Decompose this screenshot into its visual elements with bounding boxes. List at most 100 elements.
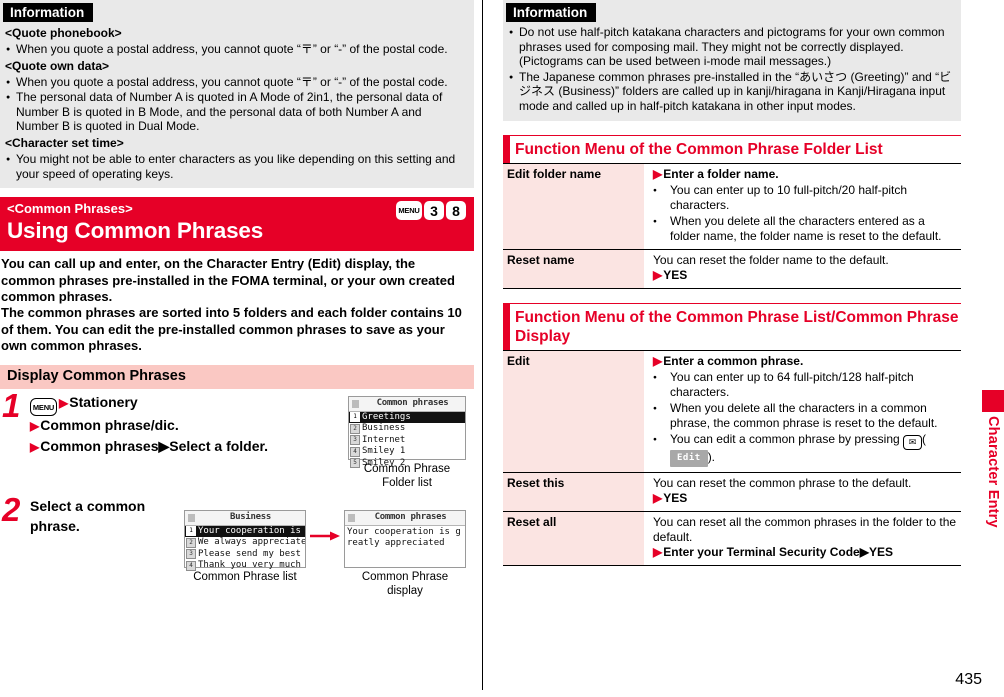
signal-icon — [352, 399, 359, 408]
menu-item-description: You can reset the folder name to the def… — [644, 249, 961, 289]
action-line: ▶Enter your Terminal Security Code▶YES — [653, 544, 893, 559]
intro-paragraph-1: You can call up and enter, on the Charac… — [1, 256, 455, 304]
function-menu-table-phrase-list: Edit ▶Enter a common phrase. You can ent… — [503, 349, 961, 566]
menu-key-icon: MENU — [30, 398, 57, 417]
list-item: 1 Greetings — [349, 411, 465, 423]
signal-icon — [188, 513, 195, 522]
list-item: 4 Smiley 1 — [349, 446, 465, 458]
arrow-icon: ▶ — [30, 419, 40, 434]
information-item: When you quote a postal address, you can… — [5, 42, 466, 57]
information-item: When you quote a postal address, you can… — [5, 75, 466, 90]
screen-status-bar: Common phrases — [349, 397, 465, 412]
detail-text: You can reset all the common phrases in … — [653, 514, 957, 544]
action-line: ▶YES — [653, 490, 688, 505]
detail-text: You can reset the common phrase to the d… — [653, 475, 912, 490]
item-label: We always appreciate y — [198, 537, 305, 547]
step-number: 1 — [2, 386, 21, 424]
manual-page: Information <Quote phonebook> When you q… — [0, 0, 1004, 697]
signal-icon — [348, 513, 355, 522]
screen-title: Business — [230, 512, 271, 522]
information-box-right: Information Do not use half-pitch kataka… — [503, 0, 961, 121]
information-heading: <Quote own data> — [5, 58, 110, 73]
information-item: The Japanese common phrases pre-installe… — [508, 70, 953, 114]
item-label: Smiley 1 — [362, 446, 406, 456]
side-tab: Character Entry — [982, 390, 1004, 528]
screenshot-folder-list: Common phrases 1 Greetings 2 Business 3 Int… — [348, 396, 466, 490]
arrow-icon: ▶ — [30, 439, 40, 454]
screenshot-caption: Common Phrase Folder list — [363, 463, 451, 489]
action-line: ▶Enter a folder name. — [653, 166, 779, 181]
menu-key-icon: MENU — [396, 201, 422, 221]
step-text: Stationery — [69, 393, 138, 410]
detail-bullet: You can enter up to 64 full-pitch/128 ha… — [653, 370, 957, 400]
menu-item-description: You can reset the common phrase to the d… — [644, 472, 961, 512]
column-divider — [482, 0, 483, 690]
menu-item-description: ▶Enter a folder name. You can enter up t… — [644, 162, 961, 250]
information-item: The personal data of Number A is quoted … — [5, 90, 466, 134]
screenshot-caption: Common Phrase display — [361, 571, 449, 597]
arrow-icon: ▶ — [653, 166, 663, 181]
menu-item-name: Reset all — [503, 511, 644, 566]
screenshot-phrase-list: Business 1Your cooperation is gr 2We alw… — [184, 510, 306, 584]
left-column: Information <Quote phonebook> When you q… — [0, 0, 474, 697]
table-row: Reset all You can reset all the common p… — [503, 511, 961, 566]
numeric-key-3-icon: 3 — [424, 201, 444, 221]
action-line: ▶YES — [653, 267, 688, 282]
numeric-key-8-icon: 8 — [446, 201, 466, 221]
arrow-icon: ▶ — [653, 267, 663, 282]
function-menu-title-phrase-list: Function Menu of the Common Phrase List/… — [503, 302, 961, 350]
screen-title: Common phrases — [376, 398, 449, 408]
item-index: 5 — [350, 458, 360, 469]
screen-status-bar: Common phrases — [345, 511, 465, 526]
screenshot-phrase-display: Common phrases Your cooperation is great… — [344, 510, 466, 598]
step-text: Select a common phrase. — [30, 498, 146, 534]
function-menu-table-folder-list: Edit folder name ▶Enter a folder name. Y… — [503, 162, 961, 289]
item-index: 2 — [186, 537, 196, 548]
section-banner: <Common Phrases> Using Common Phrases ME… — [0, 197, 474, 252]
item-index: 3 — [186, 549, 196, 560]
action-line: ▶Enter a common phrase. — [653, 353, 804, 368]
page-number: 435 — [955, 671, 982, 688]
edit-softkey-icon: Edit — [670, 449, 708, 467]
information-label: Information — [506, 3, 597, 22]
information-item: Do not use half-pitch katakana character… — [508, 25, 953, 69]
list-item: 3 Internet — [349, 435, 465, 447]
arrow-icon: ▶ — [653, 353, 663, 368]
section-title: Using Common Phrases — [7, 218, 264, 244]
menu-item-name: Edit folder name — [503, 162, 644, 250]
table-row: Edit ▶Enter a common phrase. You can ent… — [503, 349, 961, 473]
flow-arrow-icon — [310, 531, 340, 541]
item-label: Greetings — [362, 411, 411, 422]
list-item: 2We always appreciate y — [185, 537, 305, 549]
mail-key-icon: ✉ — [903, 434, 923, 450]
menu-item-description: You can reset all the common phrases in … — [644, 511, 961, 566]
table-row: Reset this You can reset the common phra… — [503, 472, 961, 512]
menu-item-name: Edit — [503, 349, 644, 473]
item-index: 1 — [350, 412, 360, 423]
detail-bullet: When you delete all the characters in a … — [653, 401, 957, 431]
function-menu-title-folder-list: Function Menu of the Common Phrase Folde… — [503, 134, 961, 163]
key-sequence: MENU 3 8 — [396, 201, 466, 221]
arrow-icon: ▶ — [653, 544, 663, 559]
side-tab-marker — [982, 390, 1004, 412]
item-label: Please send my best re — [198, 548, 305, 559]
information-heading: <Character set time> — [5, 135, 124, 150]
arrow-icon: ▶ — [653, 490, 663, 505]
item-index: 2 — [350, 423, 360, 434]
step-number: 2 — [2, 491, 21, 529]
list-item: 1Your cooperation is gr — [185, 525, 305, 537]
item-index: 1 — [186, 526, 196, 537]
screen-title: Common phrases — [374, 512, 447, 522]
list-item: 3Please send my best re — [185, 549, 305, 561]
table-row: Edit folder name ▶Enter a folder name. Y… — [503, 162, 961, 250]
screen-body-text: Your cooperation is greatly appreciated — [347, 526, 461, 549]
detail-text: You can reset the folder name to the def… — [653, 252, 889, 267]
table-row: Reset name You can reset the folder name… — [503, 249, 961, 289]
information-box-left: Information <Quote phonebook> When you q… — [0, 0, 474, 189]
intro-paragraph-2: The common phrases are sorted into 5 fol… — [1, 305, 462, 354]
item-index: 3 — [350, 435, 360, 446]
information-label: Information — [3, 3, 94, 22]
item-label: Business — [362, 423, 406, 433]
screenshot-caption: Common Phrase list — [193, 571, 297, 583]
information-heading: <Quote phonebook> — [5, 26, 122, 40]
